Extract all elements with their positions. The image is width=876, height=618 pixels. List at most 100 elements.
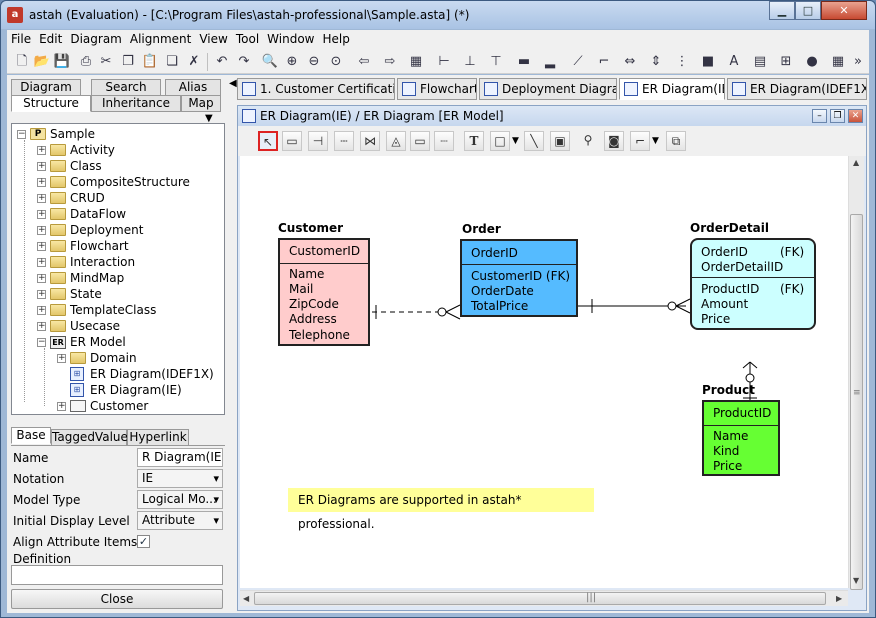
font-color-icon[interactable]: A: [725, 53, 743, 71]
close-button[interactable]: Close: [11, 589, 223, 609]
scroll-up-icon[interactable]: ▲: [853, 158, 859, 167]
definition-textarea[interactable]: [11, 565, 223, 585]
more-tools-icon[interactable]: ▦: [829, 53, 847, 71]
subtype-icon[interactable]: ◬: [386, 131, 406, 151]
align-bottom-icon[interactable]: ▂: [541, 53, 559, 71]
text-tool-icon[interactable]: T: [464, 131, 484, 151]
cut-icon[interactable]: ✂: [97, 53, 115, 71]
tab-alias[interactable]: Alias: [165, 79, 221, 96]
new-file-icon[interactable]: 🗋: [13, 53, 31, 71]
tree-node-dataflow[interactable]: + DataFlow: [34, 206, 214, 222]
fill-color-icon[interactable]: ■: [699, 53, 717, 71]
back-arrow-icon[interactable]: ⇦: [355, 53, 373, 71]
tab-er-diagram-idef1x[interactable]: ER Diagram(IDEF1X): [727, 78, 867, 100]
collapse-icon[interactable]: −: [37, 338, 46, 347]
tree-node-domain[interactable]: + Domain: [54, 350, 214, 366]
scroll-left-icon[interactable]: ◀: [243, 594, 249, 603]
align-left-icon[interactable]: ⊢: [435, 53, 453, 71]
same-width-icon[interactable]: ⇔: [621, 53, 639, 71]
tab-tagged-value[interactable]: TaggedValue: [51, 429, 128, 446]
align-top-icon[interactable]: ⊤: [487, 53, 505, 71]
image-tool-icon[interactable]: ▣: [550, 131, 570, 151]
minimize-button[interactable]: ▁: [769, 1, 795, 20]
tree-node-er-idef1x[interactable]: ⊞ ER Diagram(IDEF1X): [54, 366, 224, 382]
tree-node-er-ie[interactable]: ⊞ ER Diagram(IE): [54, 382, 224, 398]
pin-icon[interactable]: ⚲: [578, 131, 598, 151]
expand-icon[interactable]: +: [37, 306, 46, 315]
expand-icon[interactable]: +: [37, 274, 46, 283]
tab-er-diagram-ie[interactable]: ER Diagram(IE): [619, 78, 725, 100]
expand-icon[interactable]: +: [37, 146, 46, 155]
layer-icon[interactable]: ▤: [751, 53, 769, 71]
tree-node-interaction[interactable]: + Interaction: [34, 254, 214, 270]
tab-deployment-diagram[interactable]: Deployment Diagram: [479, 78, 617, 100]
zoom-fit-icon[interactable]: ⊙: [327, 53, 345, 71]
expand-icon[interactable]: +: [37, 178, 46, 187]
tree-node-mindmap[interactable]: + MindMap: [34, 270, 214, 286]
search-icon[interactable]: 🔍: [261, 53, 279, 71]
expand-icon[interactable]: +: [37, 210, 46, 219]
tree-node-customer[interactable]: + Customer: [54, 398, 224, 414]
connector-style-icon[interactable]: ⌐: [630, 131, 650, 151]
tree-node-class[interactable]: + Class: [34, 158, 214, 174]
tab-base[interactable]: Base: [11, 427, 51, 444]
menu-file[interactable]: File: [7, 30, 35, 46]
menu-alignment[interactable]: Alignment: [126, 30, 195, 46]
expand-icon[interactable]: +: [37, 226, 46, 235]
entity-orderdetail[interactable]: OrderID (FK) OrderDetailID ProductID (FK…: [690, 238, 816, 330]
vertical-scroll-thumb[interactable]: [850, 214, 863, 590]
vertical-scrollbar[interactable]: ▲ ≡ ▼: [848, 156, 864, 590]
frame-icon[interactable]: ◙: [604, 131, 624, 151]
maximize-button[interactable]: □: [795, 1, 821, 20]
layer-order-icon[interactable]: ⧉: [666, 131, 686, 151]
tree-node-flowchart[interactable]: + Flowchart: [34, 238, 214, 254]
select-tool-icon[interactable]: ↖: [258, 131, 278, 151]
delete-icon[interactable]: ✗: [185, 53, 203, 71]
close-window-button[interactable]: ✕: [821, 1, 867, 20]
tab-diagram[interactable]: Diagram: [11, 79, 81, 96]
tree-node-er-model[interactable]: − ER ER Model: [34, 334, 214, 350]
copy-image-icon[interactable]: ❏: [163, 53, 181, 71]
tab-search[interactable]: Search: [91, 79, 161, 96]
view-tool-icon[interactable]: ▭: [410, 131, 430, 151]
open-folder-icon[interactable]: 📂: [33, 53, 51, 71]
connector-dropdown-icon[interactable]: ▼: [652, 136, 659, 146]
tree-node-state[interactable]: + State: [34, 286, 214, 302]
line-tool-icon[interactable]: ╲: [524, 131, 544, 151]
corner-icon[interactable]: ⌐: [595, 53, 613, 71]
expand-icon[interactable]: +: [57, 402, 66, 411]
entity-order[interactable]: OrderID CustomerID (FK) OrderDate TotalP…: [460, 239, 578, 317]
tab-structure[interactable]: Structure: [11, 95, 91, 112]
entity-tool-icon[interactable]: ▭: [282, 131, 302, 151]
expand-icon[interactable]: +: [37, 242, 46, 251]
menu-view[interactable]: View: [195, 30, 231, 46]
scroll-right-icon[interactable]: ▶: [836, 594, 842, 603]
scroll-down-icon[interactable]: ▼: [853, 576, 859, 585]
menu-diagram[interactable]: Diagram: [66, 30, 126, 46]
expand-icon[interactable]: +: [37, 258, 46, 267]
menu-window[interactable]: Window: [263, 30, 318, 46]
align-middle-icon[interactable]: ▬: [515, 53, 533, 71]
tab-map[interactable]: Map: [181, 95, 221, 112]
distribute-icon[interactable]: ⋮: [673, 53, 691, 71]
tree-node-root[interactable]: − P Sample: [14, 126, 214, 142]
shape-icon[interactable]: ●: [803, 53, 821, 71]
align-items-checkbox[interactable]: ✓: [137, 535, 150, 548]
expand-icon[interactable]: +: [57, 354, 66, 363]
tree-node-usecase[interactable]: + Usecase: [34, 318, 214, 334]
tree-node-compositestructure[interactable]: + CompositeStructure: [34, 174, 214, 190]
many-to-many-relation-icon[interactable]: ⋈: [360, 131, 380, 151]
tab-customer-certification[interactable]: 1. Customer Certification: [237, 78, 395, 100]
inner-restore-button[interactable]: ❐: [830, 109, 845, 123]
tree-node-crud[interactable]: + CRUD: [34, 190, 214, 206]
overflow-icon[interactable]: »: [849, 53, 867, 71]
line-style-icon[interactable]: ⟋: [569, 53, 587, 71]
collapse-icon[interactable]: −: [17, 130, 26, 139]
inner-close-button[interactable]: ✕: [848, 109, 863, 123]
diagram-canvas[interactable]: Customer CustomerID Name Mail ZipCode Ad…: [240, 156, 848, 588]
same-height-icon[interactable]: ⇕: [647, 53, 665, 71]
save-icon[interactable]: 💾: [53, 53, 71, 71]
grid-icon[interactable]: ▦: [407, 53, 425, 71]
note-label[interactable]: ER Diagrams are supported in astah* prof…: [288, 488, 594, 531]
inner-minimize-button[interactable]: –: [812, 109, 827, 123]
